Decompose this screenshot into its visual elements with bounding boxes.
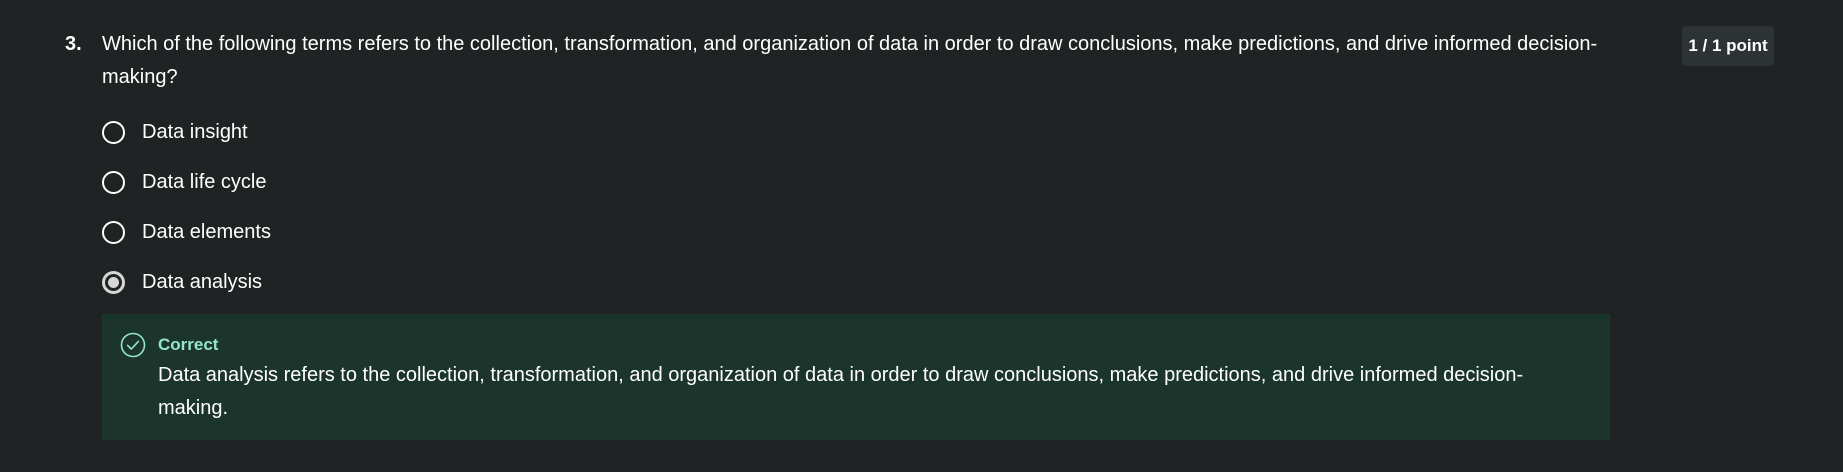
option-label: Data elements (142, 221, 271, 243)
answer-options: Data insight Data life cycle Data elemen… (102, 115, 271, 315)
option-data-analysis[interactable]: Data analysis (102, 265, 271, 299)
check-circle-icon (120, 332, 146, 358)
option-data-elements[interactable]: Data elements (102, 215, 271, 249)
feedback-box: Correct Data analysis refers to the coll… (102, 314, 1610, 440)
radio-button[interactable] (102, 170, 125, 194)
option-label: Data analysis (142, 271, 263, 293)
radio-button[interactable] (102, 220, 125, 244)
score-badge: 1 / 1 point (1682, 26, 1774, 66)
feedback-title: Correct (158, 335, 219, 354)
radio-button-selected[interactable] (102, 270, 125, 294)
radio-button[interactable] (102, 120, 125, 144)
option-label: Data life cycle (142, 171, 267, 193)
option-label: Data insight (142, 121, 248, 143)
option-data-insight[interactable]: Data insight (102, 115, 271, 149)
feedback-text: Data analysis refers to the collection, … (158, 364, 1524, 419)
question-text: Which of the following terms refers to t… (102, 33, 1598, 88)
option-data-life-cycle[interactable]: Data life cycle (102, 165, 271, 199)
question-number: 3. (65, 33, 82, 55)
